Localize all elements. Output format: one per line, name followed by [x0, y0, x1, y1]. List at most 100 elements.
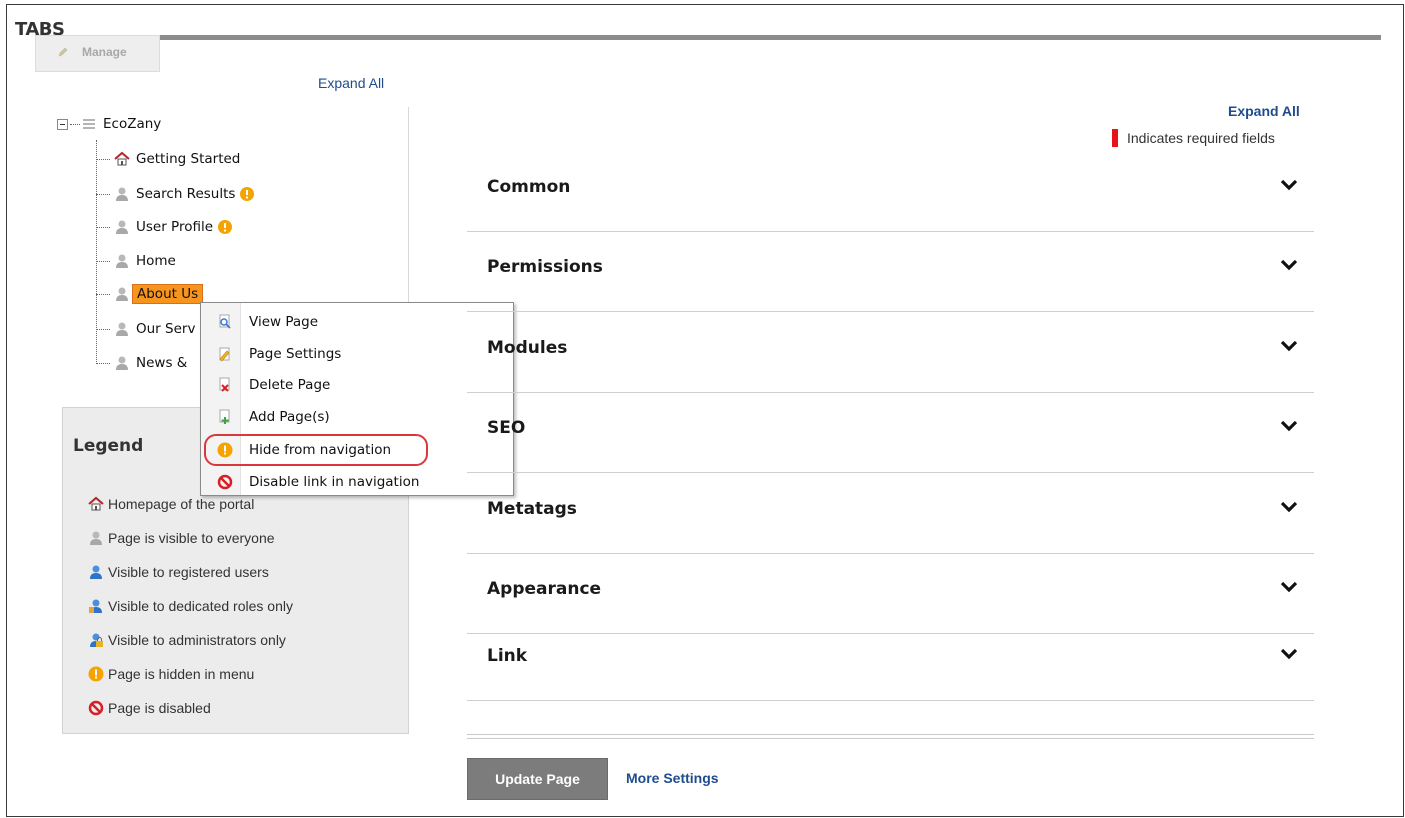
legend-item-visible-everyone: Page is visible to everyone [88, 530, 275, 546]
legend-item-label: Visible to dedicated roles only [108, 598, 293, 614]
legend-item-registered-users: Visible to registered users [88, 564, 269, 580]
warning-icon [218, 220, 233, 234]
sections-expand-all-link[interactable]: Expand All [1228, 103, 1300, 119]
tree-connector [96, 328, 110, 330]
section-label: SEO [487, 418, 526, 438]
warning-icon [240, 187, 255, 201]
tree-node-label: Our Serv [136, 321, 196, 337]
tree-node-label: Search Results [136, 186, 236, 202]
tree-node-label: Home [136, 253, 176, 269]
tree-connector [96, 293, 110, 295]
chevron-down-icon[interactable] [1281, 259, 1297, 271]
section-link[interactable]: Link [467, 621, 1314, 701]
legend-title: Legend [73, 436, 144, 456]
tree-connector [96, 193, 110, 195]
user-gray-icon [116, 322, 128, 336]
menu-item-label: Disable link in navigation [249, 474, 420, 490]
section-modules[interactable]: Modules [467, 313, 1314, 393]
tree-node-our-services[interactable]: Our Serv [96, 318, 195, 340]
user-gray-icon [90, 531, 102, 545]
tree-node-home[interactable]: Home [96, 250, 176, 272]
legend-item-hidden-in-menu: Page is hidden in menu [88, 666, 254, 682]
tree-node-about-us[interactable]: About Us [96, 283, 204, 305]
user-gray-icon [116, 356, 128, 370]
update-page-button[interactable]: Update Page [467, 758, 608, 800]
chevron-down-icon[interactable] [1281, 179, 1297, 191]
tree-connector [96, 158, 110, 160]
title-rule [128, 35, 1381, 40]
user-blue-icon [90, 565, 102, 579]
required-marker [1112, 129, 1118, 147]
menu-item-label: Delete Page [249, 377, 331, 393]
legend-item-dedicated-roles: Visible to dedicated roles only [88, 598, 293, 614]
chevron-down-icon[interactable] [1281, 420, 1297, 432]
view-page-icon [219, 314, 231, 329]
section-label: Common [487, 177, 571, 197]
legend-item-label: Visible to administrators only [108, 632, 286, 648]
tree-node-label: Getting Started [136, 151, 241, 167]
menu-item-label: View Page [249, 314, 319, 330]
legend-item-homepage: Homepage of the portal [88, 496, 254, 512]
tree-connector [96, 260, 110, 262]
user-gray-icon [116, 187, 128, 201]
manage-button[interactable]: Manage [35, 35, 160, 72]
tree-node-search-results[interactable]: Search Results [96, 183, 255, 205]
section-metatags[interactable]: Metatags [467, 474, 1314, 554]
tree-node-label: User Profile [136, 219, 214, 235]
section-common[interactable]: Common [467, 152, 1314, 232]
user-gray-icon [116, 287, 128, 301]
highlight-ring [204, 434, 428, 466]
tree-node-getting-started[interactable]: Getting Started [96, 148, 240, 170]
tree-expand-all-link[interactable]: Expand All [318, 75, 384, 91]
chevron-down-icon[interactable] [1281, 648, 1297, 660]
delete-page-icon [219, 377, 230, 392]
user-gray-icon [116, 254, 128, 268]
legend-item-disabled: Page is disabled [88, 700, 211, 716]
chevron-down-icon[interactable] [1281, 581, 1297, 593]
pencil-icon [58, 47, 68, 57]
user-gray-icon [116, 220, 128, 234]
section-label: Appearance [487, 579, 602, 599]
section-label: Permissions [487, 257, 603, 277]
tree-node-news[interactable]: News & [96, 352, 187, 374]
user-admin-icon [90, 633, 103, 647]
user-roles-icon [89, 599, 102, 613]
page-settings-icon [219, 347, 230, 362]
legend-item-administrators: Visible to administrators only [88, 632, 286, 648]
legend-item-label: Page is hidden in menu [108, 666, 255, 682]
warning-icon [88, 666, 104, 682]
tree-connector [96, 362, 110, 364]
add-page-icon [219, 409, 230, 424]
legend-item-label: Page is visible to everyone [108, 530, 275, 546]
section-label: Metatags [487, 499, 577, 519]
tree-root-node[interactable]: EcoZany [57, 116, 161, 132]
home-icon [114, 151, 130, 166]
disabled-icon [88, 700, 104, 716]
menu-item-label: Page Settings [249, 346, 342, 362]
chevron-down-icon[interactable] [1281, 501, 1297, 513]
tree-connector [96, 226, 110, 228]
required-fields-note: Indicates required fields [1112, 129, 1275, 147]
legend-item-label: Homepage of the portal [108, 496, 255, 512]
home-icon [88, 496, 104, 511]
section-permissions[interactable]: Permissions [467, 232, 1314, 312]
site-root-icon [83, 118, 95, 129]
tree-root-label: EcoZany [103, 116, 162, 132]
more-settings-link[interactable]: More Settings [626, 770, 719, 786]
legend-item-label: Visible to registered users [108, 564, 269, 580]
required-fields-text: Indicates required fields [1127, 130, 1275, 146]
footer-divider [467, 734, 1314, 739]
tree-connector [70, 123, 80, 125]
menu-item-label: Add Page(s) [249, 409, 330, 425]
tree-node-label: About Us [132, 284, 204, 304]
section-label: Modules [487, 338, 568, 358]
chevron-down-icon[interactable] [1281, 340, 1297, 352]
legend-item-label: Page is disabled [108, 700, 211, 716]
tree-node-user-profile[interactable]: User Profile [96, 216, 233, 238]
collapse-toggle-icon[interactable] [57, 118, 68, 130]
disabled-icon [217, 474, 233, 490]
manage-button-label: Manage [82, 45, 127, 59]
section-label: Link [487, 646, 528, 666]
tree-node-label: News & [136, 355, 188, 371]
section-seo[interactable]: SEO [467, 393, 1314, 473]
